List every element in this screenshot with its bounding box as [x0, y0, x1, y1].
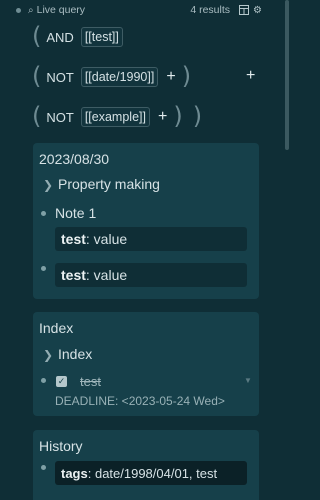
- property-key[interactable]: test: [61, 267, 86, 283]
- block-title[interactable]: 2023/08/30: [39, 151, 109, 167]
- bullet-icon[interactable]: [16, 7, 21, 13]
- chevron-right-icon[interactable]: ❯: [43, 348, 53, 362]
- filter-chip-test[interactable]: [[test]]: [80, 27, 123, 47]
- deadline-text[interactable]: DEADLINE: <2023-05-24 Wed>: [55, 394, 225, 408]
- block-title[interactable]: Index: [39, 320, 73, 336]
- property-value: : value: [85, 267, 128, 283]
- filter-chip-date[interactable]: [[date/1990]]: [80, 67, 159, 87]
- block-title[interactable]: History: [39, 438, 83, 454]
- result-block-history[interactable]: History tags: date/1998/04/01, test: [33, 430, 259, 500]
- result-block-date[interactable]: 2023/08/30 ❯ Property making Note 1 test…: [33, 143, 259, 299]
- operator-and[interactable]: AND: [46, 30, 73, 45]
- query-title: Live query: [36, 4, 86, 16]
- property-row[interactable]: test: value: [55, 227, 247, 251]
- operator-not[interactable]: NOT: [46, 70, 73, 85]
- scrollbar[interactable]: [285, 0, 289, 150]
- child-block[interactable]: Index: [58, 346, 92, 362]
- paren-open: (: [32, 62, 42, 90]
- paren-open: (: [32, 22, 42, 50]
- task-text[interactable]: test: [80, 374, 101, 389]
- bullet-icon[interactable]: [41, 378, 46, 383]
- paren-close: ): [192, 102, 203, 130]
- add-filter-icon[interactable]: +: [166, 69, 175, 85]
- property-key[interactable]: tags: [61, 466, 88, 481]
- settings-icon[interactable]: ⚙: [252, 5, 263, 16]
- query-header: ⌕ Live query 4 results ⚙: [16, 2, 263, 18]
- filter-row-and: ( AND [[test]]: [32, 24, 123, 50]
- filter-row-not-example: ( NOT [[example]] + ) ): [32, 104, 202, 130]
- note-block[interactable]: Note 1: [55, 205, 96, 221]
- add-filter-group-icon[interactable]: +: [246, 67, 255, 85]
- checkbox-checked[interactable]: ✓: [56, 376, 67, 387]
- property-row[interactable]: test: value: [55, 263, 247, 287]
- property-key[interactable]: test: [61, 231, 86, 247]
- operator-not[interactable]: NOT: [46, 110, 73, 125]
- bullet-icon[interactable]: [41, 465, 46, 470]
- result-block-index[interactable]: Index ❯ Index ✓ test ▼ DEADLINE: <2023-0…: [33, 312, 259, 416]
- bullet-icon[interactable]: [41, 266, 46, 271]
- bullet-icon[interactable]: [41, 211, 46, 216]
- paren-close: ): [181, 62, 192, 90]
- tags-property[interactable]: tags: date/1998/04/01, test: [55, 461, 247, 485]
- paren-open: (: [32, 102, 42, 130]
- table-view-icon[interactable]: [238, 5, 249, 16]
- chevron-right-icon[interactable]: ❯: [43, 178, 53, 192]
- filter-chip-example[interactable]: [[example]]: [80, 107, 150, 127]
- search-icon: ⌕: [28, 4, 34, 16]
- property-value: : date/1998/04/01, test: [87, 465, 218, 481]
- caret-down-icon[interactable]: ▼: [244, 376, 252, 385]
- results-count[interactable]: 4 results: [190, 4, 230, 16]
- property-value: : value: [85, 231, 128, 247]
- paren-close: ): [173, 102, 183, 130]
- add-filter-icon[interactable]: +: [158, 109, 167, 125]
- filter-row-not-date: ( NOT [[date/1990]] + ): [32, 64, 191, 90]
- child-block[interactable]: Property making: [58, 176, 160, 192]
